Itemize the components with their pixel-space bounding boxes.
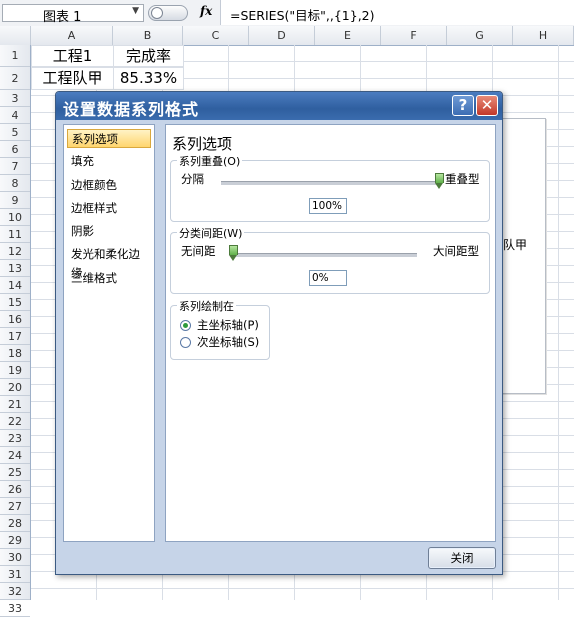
row-header-1[interactable]: 1 [0,45,30,67]
row-headers: 1 2 3 4 5 6 7 8 9 10 11 12 13 14 15 16 17 18 19 20 21 22 23 24 2… [0,45,31,617]
close-icon[interactable]: ✕ [476,95,498,116]
overlap-max-label: 重叠型 [445,172,480,186]
row-header-33[interactable]: 33 [0,600,30,617]
row-header-32[interactable]: 32 [0,583,30,600]
series-overlap-label: 系列重叠(O) [177,153,243,169]
column-header-g[interactable]: G [447,26,513,45]
nav-item-border-color[interactable]: 边框颜色 [67,176,151,195]
row-header-26[interactable]: 26 [0,481,30,498]
nav-item-series-options[interactable]: 系列选项 [67,129,151,148]
nav-item-glow-soft-edges[interactable]: 发光和柔化边缘 [67,245,151,280]
gap-width-label: 分类间距(W) [177,225,245,241]
row-header-19[interactable]: 19 [0,362,30,379]
chart-category-label: 队甲 [503,238,528,252]
dialog-title: 设置数据系列格式 [63,100,200,119]
primary-axis-label[interactable]: 主坐标轴(P) [197,317,259,333]
column-header-d[interactable]: D [249,26,315,45]
fx-icon[interactable]: fx [200,4,212,18]
overlap-value-input[interactable]: 100% [309,198,347,214]
gap-max-label: 大间距型 [433,244,479,258]
row-header-16[interactable]: 16 [0,311,30,328]
plot-series-on-group: 系列绘制在 主坐标轴(P) 次坐标轴(S) [170,298,270,360]
cell-a2[interactable]: 工程队甲 [31,67,114,90]
row-header-10[interactable]: 10 [0,209,30,226]
nav-item-shadow[interactable]: 阴影 [67,222,151,241]
column-header-b[interactable]: B [113,26,183,45]
cell-b1[interactable]: 完成率 [113,45,184,67]
row-header-29[interactable]: 29 [0,532,30,549]
overlap-slider-thumb[interactable] [434,173,444,189]
row-header-3[interactable]: 3 [0,90,30,107]
nav-item-border-style[interactable]: 边框样式 [67,199,151,218]
format-data-series-dialog: 设置数据系列格式 ? ✕ 系列选项 填充 边框颜色 边框样式 阴影 发光和柔化边… [55,91,503,575]
column-header-e[interactable]: E [315,26,381,45]
name-box[interactable]: 图表 1 ▼ [2,4,144,25]
nav-item-3d-format[interactable]: 三维格式 [67,269,151,288]
column-headers: A B C D E F G H [0,26,574,46]
row-header-20[interactable]: 20 [0,379,30,396]
formula-bar: 图表 1 ▼ fx =SERIES("目标",,{1},2) [0,0,574,27]
gap-value-input[interactable]: 0% [309,270,347,286]
cell-b2[interactable]: 85.33% [113,67,184,90]
row-header-27[interactable]: 27 [0,498,30,515]
formula-text: =SERIES("目标",,{1},2) [230,8,375,23]
row-header-31[interactable]: 31 [0,566,30,583]
select-all-corner[interactable] [0,26,31,45]
row-header-30[interactable]: 30 [0,549,30,566]
dialog-nav: 系列选项 填充 边框颜色 边框样式 阴影 发光和柔化边缘 三维格式 [63,124,155,542]
row-header-15[interactable]: 15 [0,294,30,311]
column-header-h[interactable]: H [513,26,574,45]
column-header-a[interactable]: A [31,26,113,45]
row-header-17[interactable]: 17 [0,328,30,345]
series-overlap-group: 系列重叠(O) 分隔 重叠型 100% [170,153,490,222]
row-header-8[interactable]: 8 [0,175,30,192]
secondary-axis-radio[interactable] [180,337,191,348]
circle-icon [151,7,163,19]
row-header-21[interactable]: 21 [0,396,30,413]
column-header-f[interactable]: F [381,26,447,45]
row-header-28[interactable]: 28 [0,515,30,532]
row-header-4[interactable]: 4 [0,107,30,124]
formula-bar-expand-control[interactable] [148,5,188,21]
gap-width-group: 分类间距(W) 无间距 大间距型 0% [170,225,490,294]
chevron-down-icon[interactable]: ▼ [132,6,139,16]
overlap-min-label: 分隔 [181,172,204,186]
dialog-content: 系列选项 系列重叠(O) 分隔 重叠型 100% 分类间距(W) 无间距 大间距… [165,124,496,542]
plot-series-on-label: 系列绘制在 [177,298,236,314]
column-header-c[interactable]: C [183,26,249,45]
cell-a1[interactable]: 工程1 [31,45,114,67]
formula-input[interactable]: =SERIES("目标",,{1},2) [220,0,574,25]
row-header-13[interactable]: 13 [0,260,30,277]
row-header-24[interactable]: 24 [0,447,30,464]
row-header-7[interactable]: 7 [0,158,30,175]
row-header-18[interactable]: 18 [0,345,30,362]
section-title: 系列选项 [172,135,233,153]
row-header-22[interactable]: 22 [0,413,30,430]
row-header-23[interactable]: 23 [0,430,30,447]
close-button[interactable]: 关闭 [428,547,496,569]
overlap-slider-track[interactable] [221,181,439,185]
help-button[interactable]: ? [452,95,474,116]
name-box-value: 图表 1 [43,10,82,25]
nav-item-fill[interactable]: 填充 [67,152,151,171]
gap-min-label: 无间距 [181,244,216,258]
row-header-9[interactable]: 9 [0,192,30,209]
row-header-2[interactable]: 2 [0,67,30,90]
row-header-11[interactable]: 11 [0,226,30,243]
row-header-12[interactable]: 12 [0,243,30,260]
gap-slider-track[interactable] [233,253,417,257]
row-header-5[interactable]: 5 [0,124,30,141]
dialog-titlebar[interactable]: 设置数据系列格式 ? ✕ [56,92,502,120]
row-header-14[interactable]: 14 [0,277,30,294]
row-header-6[interactable]: 6 [0,141,30,158]
primary-axis-radio[interactable] [180,320,191,331]
secondary-axis-label[interactable]: 次坐标轴(S) [197,334,259,350]
gap-slider-thumb[interactable] [228,245,238,261]
row-header-25[interactable]: 25 [0,464,30,481]
